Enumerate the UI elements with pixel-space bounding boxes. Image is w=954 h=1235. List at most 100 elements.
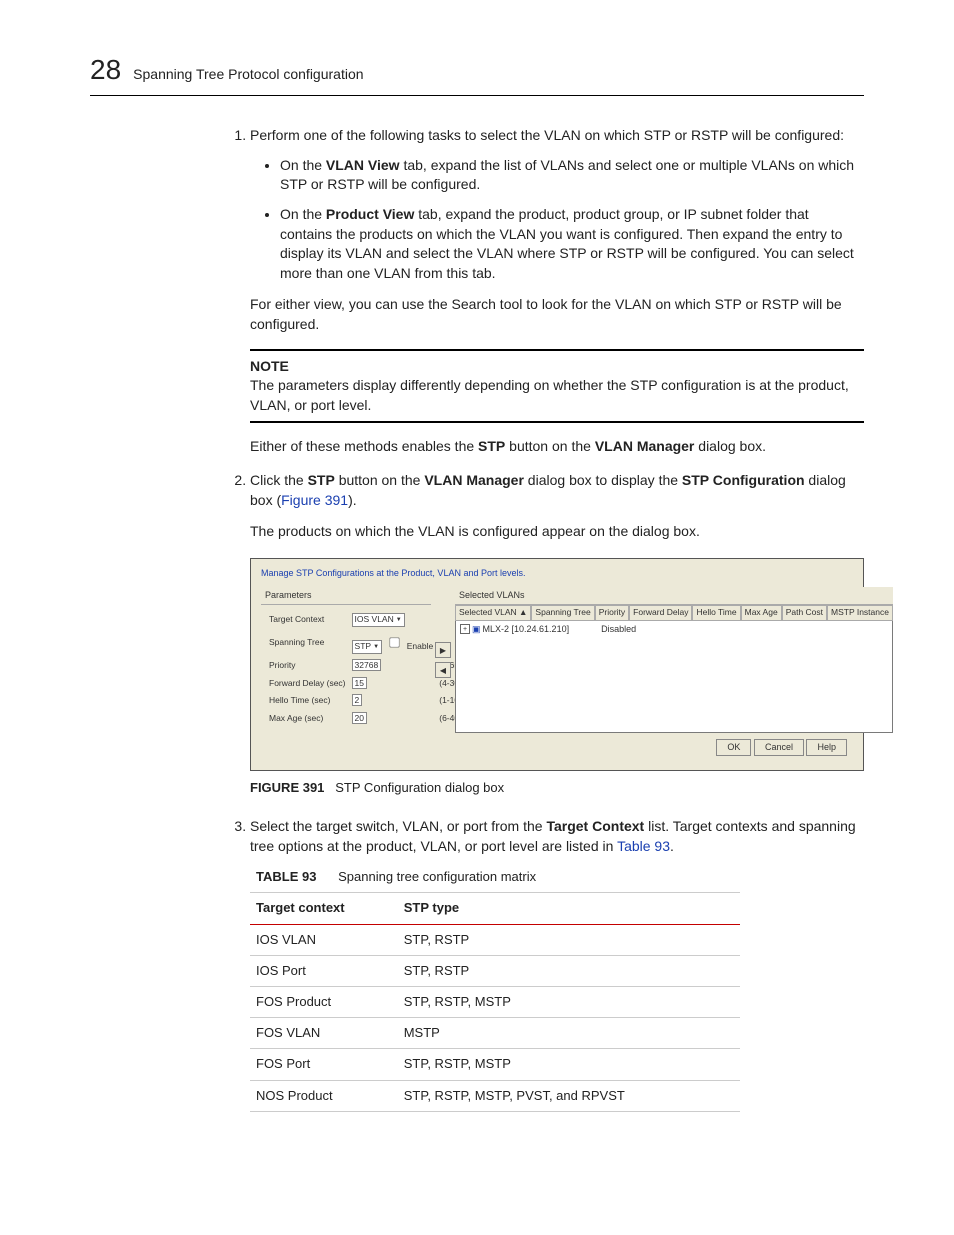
- cell: IOS VLAN: [250, 924, 398, 955]
- table-ref-link[interactable]: Table 93: [617, 838, 670, 854]
- table-row: FOS PortSTP, RSTP, MSTP: [250, 1049, 740, 1080]
- step-2-after: The products on which the VLAN is config…: [250, 522, 864, 542]
- hello-time-input[interactable]: 2: [352, 694, 363, 706]
- chapter-title: Spanning Tree Protocol configuration: [133, 65, 363, 85]
- col-path-cost[interactable]: Path Cost: [782, 605, 827, 621]
- step-1-after-2: Either of these methods enables the STP …: [250, 437, 864, 457]
- chapter-number: 28: [90, 50, 121, 89]
- col-spanning-tree[interactable]: Spanning Tree: [531, 605, 594, 621]
- spanning-tree-select[interactable]: STP▼: [352, 640, 382, 654]
- col-max-age[interactable]: Max Age: [741, 605, 782, 621]
- cell: FOS Port: [250, 1049, 398, 1080]
- col-mstp-instance[interactable]: MSTP Instance: [827, 605, 893, 621]
- config-matrix-table: TABLE 93 Spanning tree configuration mat…: [250, 862, 740, 1112]
- note-block: NOTE The parameters display differently …: [250, 349, 864, 424]
- col-forward-delay[interactable]: Forward Delay: [629, 605, 692, 621]
- enable-checkbox[interactable]: [390, 637, 400, 647]
- text: dialog box.: [694, 438, 766, 454]
- stp-config-label: STP Configuration: [682, 472, 805, 488]
- cell: STP, RSTP, MSTP: [398, 986, 740, 1017]
- dialog-description: Manage STP Configurations at the Product…: [261, 567, 853, 580]
- note-body: The parameters display differently depen…: [250, 376, 864, 415]
- step-1-lead: Perform one of the following tasks to se…: [250, 127, 844, 143]
- chevron-down-icon: ▼: [373, 643, 379, 651]
- table-title: Spanning tree configuration matrix: [338, 869, 536, 884]
- cell: MSTP: [398, 1018, 740, 1049]
- vlan-view-label: VLAN View: [326, 157, 400, 173]
- product-view-label: Product View: [326, 206, 414, 222]
- label-max-age: Max Age (sec): [267, 711, 348, 727]
- table-row: FOS VLANMSTP: [250, 1018, 740, 1049]
- figure-caption: FIGURE 391 STP Configuration dialog box: [250, 779, 864, 797]
- cell: FOS Product: [250, 986, 398, 1017]
- figure-caption-text: STP Configuration dialog box: [335, 780, 504, 795]
- text: dialog box to display the: [524, 472, 682, 488]
- label-spanning-tree: Spanning Tree: [267, 631, 348, 656]
- table-header-2: STP type: [398, 893, 740, 924]
- help-button[interactable]: Help: [806, 739, 847, 756]
- figure-caption-label: FIGURE 391: [250, 780, 324, 795]
- target-context-label: Target Context: [546, 818, 644, 834]
- cell: NOS Product: [250, 1080, 398, 1111]
- step-1-bullet-2: On the Product View tab, expand the prod…: [280, 205, 864, 283]
- move-right-button[interactable]: ▶: [435, 642, 451, 658]
- table-row: NOS ProductSTP, RSTP, MSTP, PVST, and RP…: [250, 1080, 740, 1111]
- table-row: IOS VLANSTP, RSTP: [250, 924, 740, 955]
- col-hello-time[interactable]: Hello Time: [692, 605, 740, 621]
- text: On the: [280, 206, 326, 222]
- col-selected-vlan[interactable]: Selected VLAN ▲: [455, 605, 531, 621]
- step-1-after-1: For either view, you can use the Search …: [250, 295, 864, 334]
- stp-label: STP: [308, 472, 335, 488]
- vlan-row-state: Disabled: [601, 623, 636, 636]
- target-context-value: IOS VLAN: [355, 614, 394, 626]
- step-1: Perform one of the following tasks to se…: [250, 126, 864, 457]
- expand-icon[interactable]: +: [460, 624, 470, 634]
- cell: STP, RSTP, MSTP, PVST, and RPVST: [398, 1080, 740, 1111]
- enable-label: Enable: [407, 641, 433, 651]
- step-1-bullet-1: On the VLAN View tab, expand the list of…: [280, 156, 864, 195]
- vlan-tree-row[interactable]: + ▣ MLX-2 [10.24.61.210] Disabled: [460, 623, 888, 636]
- cell: STP, RSTP: [398, 924, 740, 955]
- text: On the: [280, 157, 326, 173]
- table-row: FOS ProductSTP, RSTP, MSTP: [250, 986, 740, 1017]
- selected-vlans-header: Selected VLANs: [455, 587, 893, 605]
- stp-label: STP: [478, 438, 505, 454]
- note-heading: NOTE: [250, 357, 864, 377]
- move-left-button[interactable]: ◀: [435, 662, 451, 678]
- table-label: TABLE 93: [256, 869, 316, 884]
- text: ).: [348, 492, 357, 508]
- text: button on the: [505, 438, 595, 454]
- text: button on the: [335, 472, 425, 488]
- vlan-manager-label: VLAN Manager: [424, 472, 524, 488]
- label-priority: Priority: [267, 658, 348, 674]
- label-forward-delay: Forward Delay (sec): [267, 676, 348, 692]
- priority-input[interactable]: 32768: [352, 659, 382, 671]
- cancel-button[interactable]: Cancel: [754, 739, 804, 756]
- text: .: [670, 838, 674, 854]
- parameters-header: Parameters: [261, 587, 431, 605]
- device-icon: ▣: [472, 623, 481, 636]
- step-2: Click the STP button on the VLAN Manager…: [250, 471, 864, 797]
- max-age-input[interactable]: 20: [352, 712, 367, 724]
- figure-ref-link[interactable]: Figure 391: [281, 492, 348, 508]
- forward-delay-input[interactable]: 15: [352, 677, 367, 689]
- target-context-select[interactable]: IOS VLAN▼: [352, 613, 405, 627]
- text: Either of these methods enables the: [250, 438, 478, 454]
- parameters-panel: Parameters Target Context IOS VLAN▼: [261, 587, 431, 733]
- label-target-context: Target Context: [267, 611, 348, 629]
- cell: FOS VLAN: [250, 1018, 398, 1049]
- col-priority[interactable]: Priority: [595, 605, 629, 621]
- table-row: IOS PortSTP, RSTP: [250, 955, 740, 986]
- label-hello-time: Hello Time (sec): [267, 693, 348, 709]
- cell: STP, RSTP, MSTP: [398, 1049, 740, 1080]
- cell: STP, RSTP: [398, 955, 740, 986]
- selected-vlans-panel: Selected VLANs Selected VLAN ▲ Spanning …: [455, 587, 893, 733]
- table-header-1: Target context: [250, 893, 398, 924]
- vlan-row-name: MLX-2 [10.24.61.210]: [483, 623, 570, 636]
- spanning-tree-value: STP: [355, 641, 372, 653]
- vlan-manager-label: VLAN Manager: [595, 438, 695, 454]
- ok-button[interactable]: OK: [716, 739, 751, 756]
- text: Select the target switch, VLAN, or port …: [250, 818, 546, 834]
- chapter-header: 28 Spanning Tree Protocol configuration: [90, 50, 864, 96]
- stp-config-dialog: Manage STP Configurations at the Product…: [250, 558, 864, 771]
